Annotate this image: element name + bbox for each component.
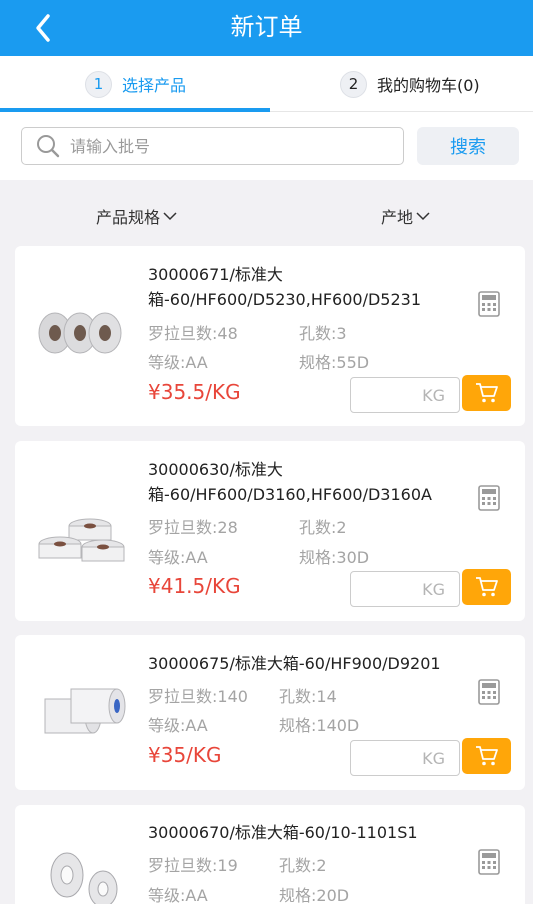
product-name: 30000671/标准大箱-60/HF600/D5230,HF600/D5231 xyxy=(148,265,422,309)
quantity-input[interactable]: KG xyxy=(350,377,460,413)
filter-bar: 产品规格 产地 xyxy=(0,180,533,246)
search-input[interactable] xyxy=(70,136,370,156)
chevron-down-icon xyxy=(163,212,177,221)
product-denier: 罗拉旦数:140 xyxy=(148,687,248,706)
step-label: 选择产品 xyxy=(122,76,187,95)
step-tabs: 1 选择产品 2 我的购物车(0) xyxy=(0,56,533,112)
product-card[interactable]: 30000675/标准大箱-60/HF900/D9201 罗拉旦数:140 孔数… xyxy=(15,635,525,790)
chevron-down-icon xyxy=(416,212,430,221)
tab-select-product[interactable]: 1 选择产品 xyxy=(85,56,186,112)
calculator-icon[interactable] xyxy=(478,849,500,875)
cart-icon xyxy=(475,383,498,403)
product-name: 30000670/标准大箱-60/10-1101S1 xyxy=(148,823,418,842)
app-header: 新订单 xyxy=(0,0,533,56)
filter-label: 产品规格 xyxy=(96,208,161,227)
step-number: 2 xyxy=(340,70,367,98)
step-label: 我的购物车(0) xyxy=(377,76,480,95)
calculator-icon[interactable] xyxy=(478,485,500,511)
product-name: 30000675/标准大箱-60/HF900/D9201 xyxy=(148,654,441,673)
filter-label: 产地 xyxy=(381,208,414,227)
filter-origin[interactable]: 产地 xyxy=(381,204,431,228)
cart-icon xyxy=(475,577,498,597)
quantity-input[interactable]: KG xyxy=(350,571,460,607)
tab-my-cart[interactable]: 2 我的购物车(0) xyxy=(340,56,480,112)
yarn-spool-image xyxy=(50,852,118,904)
product-grade: 等级:AA xyxy=(148,886,208,904)
product-price: ¥35/KG xyxy=(148,743,222,767)
product-holes: 孔数:14 xyxy=(279,687,337,706)
product-grade: 等级:AA xyxy=(148,548,208,567)
product-grade: 等级:AA xyxy=(148,353,208,372)
unit-label: KG xyxy=(422,748,445,768)
search-field[interactable] xyxy=(21,127,404,165)
calculator-icon[interactable] xyxy=(478,679,500,705)
search-button[interactable]: 搜索 xyxy=(417,127,519,165)
yarn-spool-image xyxy=(38,518,125,562)
product-spec: 规格:30D xyxy=(299,548,370,567)
product-card[interactable]: 30000671/标准大箱-60/HF600/D5230,HF600/D5231… xyxy=(15,246,525,426)
product-name: 30000630/标准大箱-60/HF600/D3160,HF600/D3160… xyxy=(148,460,432,504)
filter-product-spec[interactable]: 产品规格 xyxy=(96,204,178,228)
yarn-spool-image xyxy=(44,688,126,734)
product-denier: 罗拉旦数:48 xyxy=(148,324,238,343)
product-card[interactable]: 30000630/标准大箱-60/HF600/D3160,HF600/D3160… xyxy=(15,441,525,621)
calculator-icon[interactable] xyxy=(478,291,500,317)
product-card[interactable]: 30000670/标准大箱-60/10-1101S1 罗拉旦数:19 孔数:2 … xyxy=(15,805,525,904)
unit-label: KG xyxy=(422,579,445,599)
product-spec: 规格:140D xyxy=(279,716,360,735)
product-spec: 规格:55D xyxy=(299,353,370,372)
step-number: 1 xyxy=(85,70,112,98)
product-spec: 规格:20D xyxy=(279,886,350,904)
product-denier: 罗拉旦数:19 xyxy=(148,856,238,875)
add-to-cart-button[interactable] xyxy=(462,738,511,774)
add-to-cart-button[interactable] xyxy=(462,569,511,605)
product-holes: 孔数:2 xyxy=(299,518,347,537)
search-bar: 搜索 xyxy=(0,112,533,180)
unit-label: KG xyxy=(422,385,445,405)
product-grade: 等级:AA xyxy=(148,716,208,735)
product-holes: 孔数:2 xyxy=(279,856,327,875)
search-icon xyxy=(37,135,60,158)
add-to-cart-button[interactable] xyxy=(462,375,511,411)
product-price: ¥41.5/KG xyxy=(148,574,241,598)
yarn-spool-image xyxy=(38,312,122,354)
quantity-input[interactable]: KG xyxy=(350,740,460,776)
product-price: ¥35.5/KG xyxy=(148,380,241,404)
page-title: 新订单 xyxy=(230,13,303,41)
cart-icon xyxy=(475,746,498,766)
product-denier: 罗拉旦数:28 xyxy=(148,518,238,537)
product-holes: 孔数:3 xyxy=(299,324,347,343)
